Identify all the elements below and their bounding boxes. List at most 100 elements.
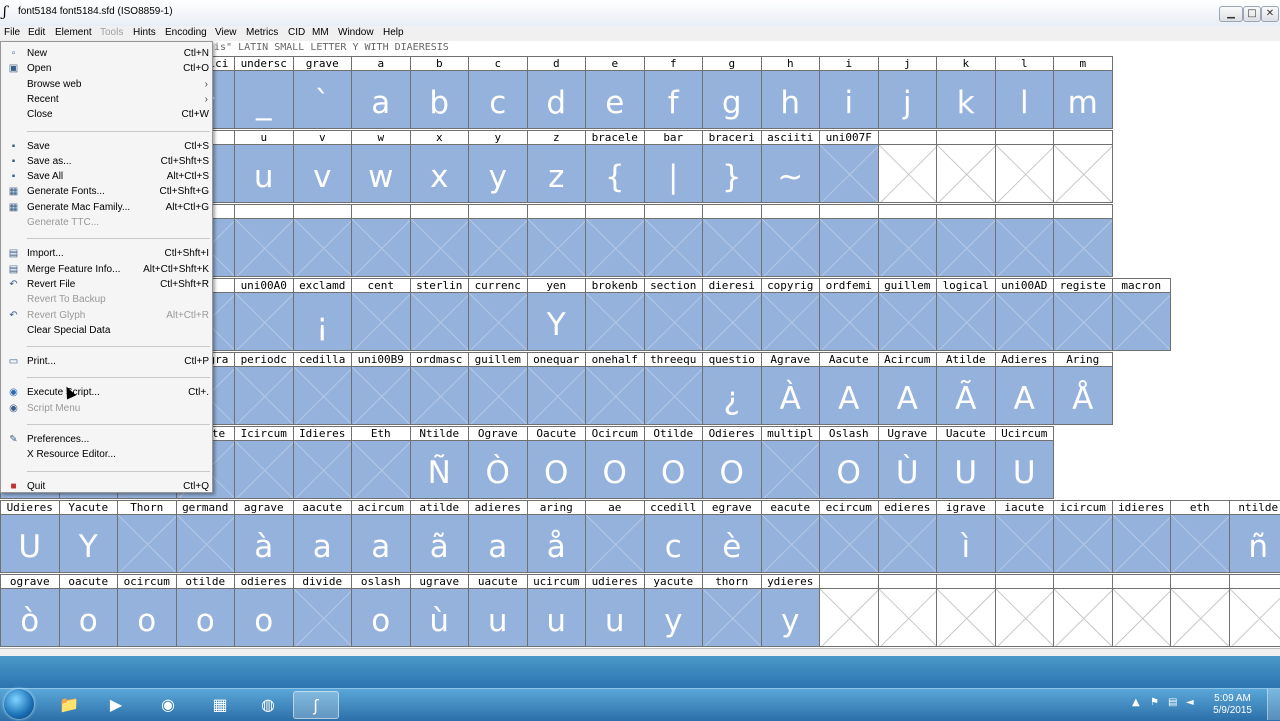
glyph-cell[interactable]: idieres <box>1112 500 1172 574</box>
glyph-cell[interactable] <box>878 204 938 278</box>
glyph-cell[interactable]: yy <box>468 130 528 204</box>
glyph-cell[interactable]: bb <box>410 56 470 130</box>
glyph-cell[interactable]: oacuteo <box>59 574 119 648</box>
glyph-cell[interactable] <box>585 204 645 278</box>
glyph-cell[interactable]: ae <box>585 500 645 574</box>
glyph-cell[interactable]: ff <box>644 56 704 130</box>
menu-item-revert-file[interactable]: ↶Revert FileCtl+Shft+R <box>1 278 212 293</box>
glyph-cell[interactable]: germand <box>176 500 236 574</box>
glyph-cell[interactable] <box>1053 574 1113 648</box>
menu-item-save-as[interactable]: ▪Save as...Ctl+Shft+S <box>1 155 212 170</box>
glyph-cell[interactable]: atildeã <box>410 500 470 574</box>
glyph-cell[interactable] <box>1053 204 1113 278</box>
glyph-cell[interactable]: ucircumu <box>527 574 587 648</box>
glyph-cell[interactable]: aringå <box>527 500 587 574</box>
glyph-cell[interactable]: yacutey <box>644 574 704 648</box>
glyph-cell[interactable]: eth <box>1170 500 1230 574</box>
glyph-cell[interactable]: AtildeÃ <box>936 352 996 426</box>
show-desktop-button[interactable] <box>1267 689 1280 720</box>
menu-item-x-resource-editor[interactable]: X Resource Editor... <box>1 448 212 463</box>
glyph-cell[interactable]: UcircumU <box>995 426 1055 500</box>
glyph-cell[interactable]: yenY <box>527 278 587 352</box>
glyph-cell[interactable]: onequar <box>527 352 587 426</box>
menu-item-quit[interactable]: ■QuitCtl+Q <box>1 480 212 495</box>
glyph-cell[interactable]: udieresu <box>585 574 645 648</box>
glyph-cell[interactable] <box>1229 574 1280 648</box>
glyph-cell[interactable]: acircuma <box>351 500 411 574</box>
network-icon[interactable]: ▤ <box>1168 697 1177 708</box>
glyph-cell[interactable] <box>644 204 704 278</box>
explorer-taskbar-icon[interactable]: 📁 <box>46 691 92 719</box>
menu-item-save[interactable]: ▪SaveCtl+S <box>1 140 212 155</box>
menu-cid[interactable]: CID <box>288 27 305 38</box>
glyph-cell[interactable]: mm <box>1053 56 1113 130</box>
menu-hints[interactable]: Hints <box>133 27 156 38</box>
glyph-cell[interactable]: logical <box>936 278 996 352</box>
menu-item-generate-fonts[interactable]: ▦Generate Fonts...Ctl+Shft+G <box>1 185 212 200</box>
obs-taskbar-icon[interactable]: ◍ <box>245 691 291 719</box>
glyph-cell[interactable]: ccedillc <box>644 500 704 574</box>
glyph-cell[interactable]: cc <box>468 56 528 130</box>
glyph-cell[interactable] <box>936 130 996 204</box>
menu-tools[interactable]: Tools <box>100 27 123 38</box>
system-clock[interactable]: 5:09 AM 5/9/2015 <box>1213 693 1252 717</box>
glyph-cell[interactable]: agraveà <box>234 500 294 574</box>
glyph-cell[interactable] <box>761 204 821 278</box>
glyph-cell[interactable] <box>1053 130 1113 204</box>
menu-item-preferences[interactable]: ✎Preferences... <box>1 433 212 448</box>
glyph-cell[interactable]: questio¿ <box>702 352 762 426</box>
glyph-cell[interactable] <box>410 204 470 278</box>
menu-item-import[interactable]: ▤Import...Ctl+Shft+I <box>1 247 212 262</box>
glyph-cell[interactable]: ecircum <box>819 500 879 574</box>
glyph-cell[interactable]: ydieresy <box>761 574 821 648</box>
glyph-cell[interactable]: AcircumA <box>878 352 938 426</box>
glyph-cell[interactable] <box>351 204 411 278</box>
glyph-cell[interactable]: OgraveÒ <box>468 426 528 500</box>
menu-item-print[interactable]: ▭Print...Ctl+P <box>1 355 212 370</box>
glyph-cell[interactable]: OslashO <box>819 426 879 500</box>
glyph-cell[interactable] <box>234 204 294 278</box>
glyph-cell[interactable]: divide <box>293 574 353 648</box>
glyph-cell[interactable] <box>468 204 528 278</box>
glyph-cell[interactable]: vv <box>293 130 353 204</box>
glyph-cell[interactable]: aacutea <box>293 500 353 574</box>
glyph-cell[interactable] <box>878 130 938 204</box>
minimize-button[interactable]: ▁ <box>1219 6 1243 22</box>
glyph-cell[interactable] <box>878 574 938 648</box>
glyph-cell[interactable]: asciiti~ <box>761 130 821 204</box>
glyph-cell[interactable]: cent <box>351 278 411 352</box>
glyph-cell[interactable]: uacuteu <box>468 574 528 648</box>
glyph-cell[interactable] <box>819 204 879 278</box>
menu-item-save-all[interactable]: ▪Save AllAlt+Ctl+S <box>1 170 212 185</box>
glyph-cell[interactable]: UacuteU <box>936 426 996 500</box>
glyph-cell[interactable]: ii <box>819 56 879 130</box>
glyph-cell[interactable]: cedilla <box>293 352 353 426</box>
menu-mm[interactable]: MM <box>312 27 329 38</box>
glyph-cell[interactable] <box>293 204 353 278</box>
spreadsheet-taskbar-icon[interactable]: ▦ <box>197 691 243 719</box>
glyph-cell[interactable]: Icircum <box>234 426 294 500</box>
glyph-cell[interactable]: zz <box>527 130 587 204</box>
maximize-button[interactable]: □ <box>1243 6 1261 22</box>
glyph-cell[interactable] <box>1170 574 1230 648</box>
glyph-cell[interactable]: periodc <box>234 352 294 426</box>
glyph-cell[interactable]: uni00B9 <box>351 352 411 426</box>
fontforge-taskbar-icon[interactable]: ʃ <box>293 691 339 719</box>
glyph-cell[interactable]: dd <box>527 56 587 130</box>
glyph-cell[interactable]: sterlin <box>410 278 470 352</box>
glyph-cell[interactable]: grave` <box>293 56 353 130</box>
glyph-cell[interactable]: odiereso <box>234 574 294 648</box>
menu-item-clear-special-data[interactable]: Clear Special Data <box>1 324 212 339</box>
glyph-cell[interactable]: ntildeñ <box>1229 500 1280 574</box>
glyph-cell[interactable]: aa <box>351 56 411 130</box>
glyph-cell[interactable]: adieresa <box>468 500 528 574</box>
glyph-cell[interactable]: braceri} <box>702 130 762 204</box>
glyph-cell[interactable]: AdieresA <box>995 352 1055 426</box>
volume-icon[interactable]: ◄ <box>1186 697 1194 708</box>
close-window-button[interactable]: ✕ <box>1261 6 1279 22</box>
glyph-cell[interactable]: OtildeO <box>644 426 704 500</box>
glyph-cell[interactable]: exclamd¡ <box>293 278 353 352</box>
glyph-cell[interactable]: ograveò <box>0 574 60 648</box>
menu-item-recent[interactable]: Recent› <box>1 93 212 108</box>
glyph-cell[interactable]: OacuteO <box>527 426 587 500</box>
